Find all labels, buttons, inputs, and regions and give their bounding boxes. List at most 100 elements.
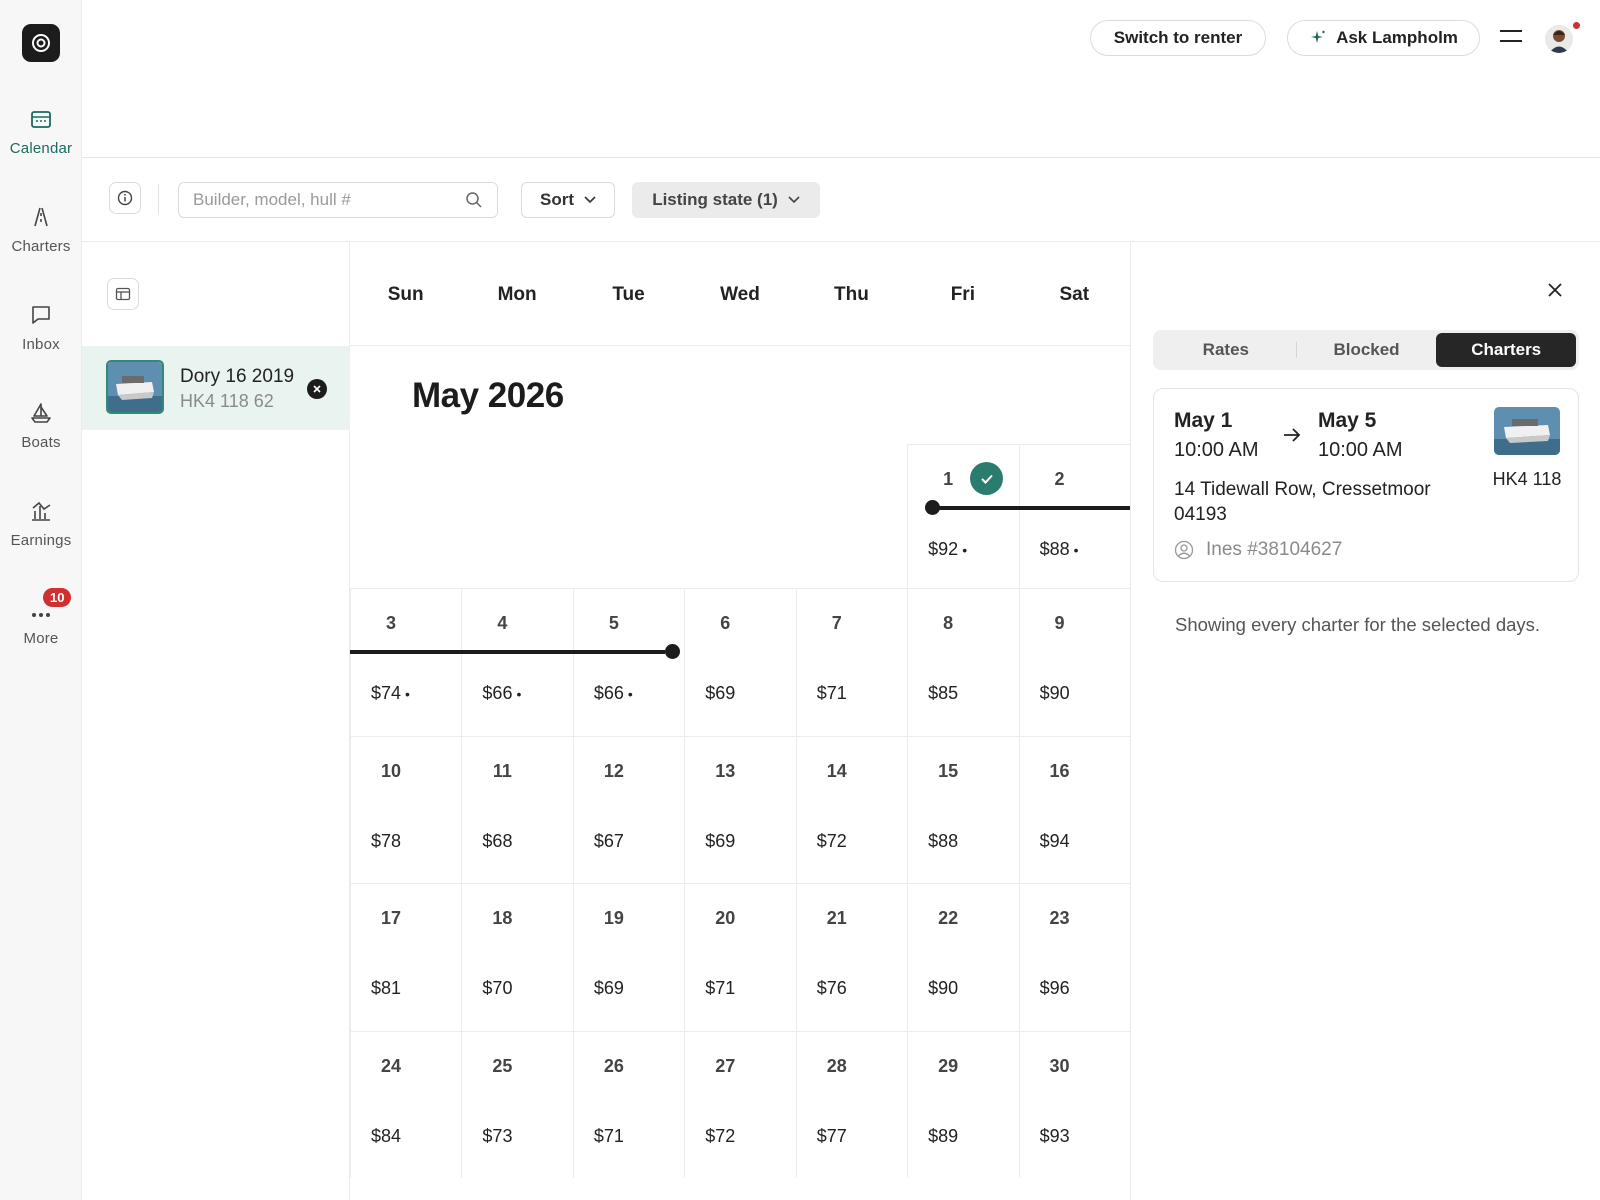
switch-to-renter-button[interactable]: Switch to renter: [1090, 20, 1266, 56]
listing-state-dropdown[interactable]: Listing state (1): [632, 182, 820, 218]
day-rate-value: $94: [1039, 830, 1070, 851]
calendar-day-cell[interactable]: 27 $72: [684, 1030, 796, 1178]
nav-label-earnings: Earnings: [10, 532, 72, 549]
day-number: 21: [826, 908, 847, 928]
day-rate: $74 •: [371, 683, 410, 704]
calendar-day-cell[interactable]: 24 $84: [350, 1030, 462, 1178]
calendar-day-cell[interactable]: 7 $71: [795, 588, 908, 736]
calendar-day-cell[interactable]: 17 $81: [350, 883, 462, 1031]
day-number: 16: [1049, 760, 1070, 781]
sort-dropdown[interactable]: Sort: [521, 182, 615, 218]
weekday-label: Mon: [497, 284, 537, 305]
route-icon: [28, 204, 54, 230]
listing-column: Dory 16 2019 HK4 118 62: [82, 242, 350, 1200]
close-panel-button[interactable]: [1545, 280, 1567, 302]
day-number: 24: [380, 1055, 402, 1076]
calendar-day-cell[interactable]: 16 $94: [1018, 735, 1130, 883]
day-number: 10: [380, 760, 402, 781]
nav-item-earnings[interactable]: Earnings: [0, 490, 82, 570]
details-panel: Rates Blocked Charters May 1 10:00 AM Ma…: [1130, 242, 1600, 1200]
search-input[interactable]: [193, 190, 465, 210]
nav-item-calendar[interactable]: Calendar: [0, 98, 82, 178]
day-rate: $71: [705, 978, 735, 999]
calendar-day-cell[interactable]: 3 $74 •: [350, 588, 462, 736]
close-icon: [313, 385, 321, 393]
weekday-label: Thu: [833, 284, 869, 305]
nav-item-boats[interactable]: Boats: [0, 392, 82, 472]
calendar-day-cell[interactable]: 29 $89: [907, 1030, 1019, 1178]
calendar-day-cell[interactable]: 13 $69: [684, 735, 796, 883]
nav-item-inbox[interactable]: Inbox: [0, 294, 82, 374]
calendar-day-cell[interactable]: 20 $71: [684, 883, 796, 1031]
calendar-day-cell[interactable]: 19 $69: [572, 883, 685, 1031]
calendar-day-cell[interactable]: 18 $70: [461, 883, 573, 1031]
day-number: 8: [943, 613, 954, 633]
day-rate-value: $88: [928, 830, 959, 851]
tab-charters[interactable]: Charters: [1436, 333, 1577, 367]
info-icon: [117, 190, 133, 206]
day-rate: $96: [1040, 978, 1070, 999]
calendar-day-cell[interactable]: 22 $90: [907, 883, 1019, 1031]
info-button[interactable]: [109, 182, 141, 214]
calendar-day-cell[interactable]: 1 $92 •: [907, 444, 1019, 588]
user-avatar-image: [1545, 25, 1573, 53]
calendar-day-cell[interactable]: 25 $73: [461, 1030, 573, 1178]
charter-boat-thumbnail: [1494, 407, 1560, 455]
day-rate-value: $66: [593, 683, 624, 703]
calendar-day-cell[interactable]: 26 $71: [572, 1030, 685, 1178]
nav-item-charters[interactable]: Charters: [0, 196, 82, 276]
booking-bar[interactable]: [932, 506, 1130, 510]
boat-photo: [1494, 407, 1560, 455]
calendar-day-cell[interactable]: 6 $69: [684, 588, 796, 736]
calendar-day-cell[interactable]: 8 $85: [907, 588, 1019, 736]
day-rate: $84: [371, 1126, 401, 1147]
weekday-label: Wed: [720, 284, 760, 305]
avatar[interactable]: [1545, 25, 1573, 53]
tab-blocked[interactable]: Blocked: [1297, 333, 1437, 367]
calendar-day-cell[interactable]: 30 $93: [1018, 1030, 1130, 1178]
calendar-day-cell[interactable]: 21 $76: [795, 883, 908, 1031]
day-number: 28: [826, 1055, 847, 1076]
layout-toggle-button[interactable]: [107, 278, 139, 310]
charter-card[interactable]: May 1 10:00 AM May 5 10:00 AM HK4 118 14…: [1153, 388, 1579, 582]
day-rate: $66 •: [482, 683, 521, 704]
remove-listing-button[interactable]: [307, 379, 327, 399]
calendar-day-cell[interactable]: 15 $88: [907, 735, 1019, 883]
calendar-day-cell[interactable]: 9 $90: [1018, 588, 1130, 736]
calendar-day-cell[interactable]: 4 $66 •: [461, 588, 573, 736]
calendar-day-cell[interactable]: 5 $66 •: [572, 588, 685, 736]
day-rate-value: $81: [371, 978, 402, 998]
booked-dot: •: [627, 686, 633, 703]
booking-bar[interactable]: [350, 650, 665, 654]
calendar-day-cell[interactable]: 10 $78: [350, 735, 462, 883]
arrow-right-icon: [1284, 428, 1301, 442]
hamburger-icon[interactable]: [1500, 28, 1524, 46]
calendar-day-cell[interactable]: 28 $77: [795, 1030, 908, 1178]
app-logo[interactable]: [22, 24, 60, 62]
day-rate-value: $77: [816, 1125, 847, 1146]
day-rate: $76: [817, 978, 847, 999]
charter-start-time: 10:00 AM: [1174, 439, 1259, 461]
calendar-grid: Sun Mon Tue Wed Thu Fri Sat May 2026 1 $92 • 2 $88…: [350, 242, 1130, 1200]
day-rate-value: $69: [593, 978, 624, 998]
nav-item-more[interactable]: 10 More: [0, 588, 82, 668]
calendar-day-cell[interactable]: 12 $67: [572, 735, 685, 883]
panel-note: Showing every charter for the selected d…: [1175, 614, 1541, 635]
calendar-day-cell[interactable]: 2 $88 •: [1018, 444, 1130, 588]
ask-lampholm-button[interactable]: Ask Lampholm: [1287, 20, 1480, 56]
day-rate-value: $70: [482, 978, 513, 998]
calendar-day-cell[interactable]: 11 $68: [461, 735, 573, 883]
search-box[interactable]: [178, 182, 498, 218]
listing-row[interactable]: Dory 16 2019 HK4 118 62: [82, 346, 350, 430]
day-number: 29: [938, 1055, 959, 1076]
calendar-day-cell[interactable]: 14 $72: [795, 735, 908, 883]
charter-start-date: May 1: [1174, 409, 1233, 432]
booking-end-handle[interactable]: [664, 644, 680, 659]
booked-dot: •: [962, 542, 968, 559]
day-rate-value: $76: [816, 978, 847, 998]
day-rate: $93: [1040, 1126, 1070, 1147]
calendar-day-cell[interactable]: 23 $96: [1018, 883, 1130, 1031]
day-rate: $81: [371, 978, 401, 999]
tab-rates[interactable]: Rates: [1156, 333, 1296, 367]
day-rate: $89: [928, 1126, 958, 1147]
